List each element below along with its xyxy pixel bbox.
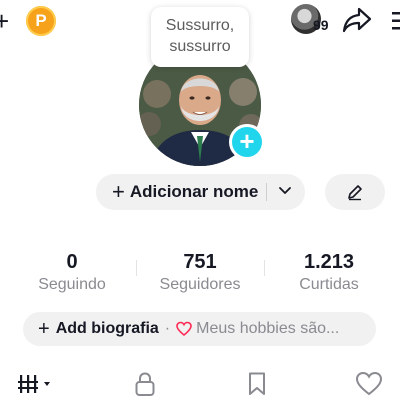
stat-label: Seguindo <box>38 276 106 293</box>
separator: · <box>164 320 171 337</box>
divider <box>266 183 267 201</box>
tab-saved[interactable] <box>242 370 272 398</box>
lock-icon <box>135 372 155 396</box>
bubble-line-2: sussurro <box>169 38 231 55</box>
divider <box>136 260 137 276</box>
heart-icon <box>176 321 192 337</box>
bookmark-icon <box>249 372 265 395</box>
videos-grid-icon <box>18 375 50 393</box>
stat-value: 751 <box>183 251 217 273</box>
tooltip-bubble: Sussurro, sussurro <box>151 7 249 67</box>
stat-followers[interactable]: 751 Seguidores <box>145 250 255 296</box>
stat-likes[interactable]: 1.213 Curtidas <box>274 250 384 296</box>
stat-value: 1.213 <box>303 251 355 273</box>
stat-value: 0 <box>66 251 78 273</box>
heart-icon <box>355 371 383 396</box>
stat-label: Seguidores <box>159 276 241 293</box>
coin-letter: P <box>35 11 47 30</box>
add-photo-button[interactable]: + <box>229 124 265 160</box>
plus-icon: + <box>112 179 125 204</box>
bubble-line-1: Sussurro, <box>165 17 235 34</box>
edit-profile-button[interactable] <box>325 174 385 210</box>
add-name-label: Adicionar nome <box>129 182 259 201</box>
add-name-button[interactable]: + Adicionar nome <box>96 174 305 210</box>
plus-icon: + <box>38 318 50 340</box>
chevron-down-icon[interactable] <box>276 182 294 200</box>
tab-videos[interactable] <box>16 370 56 398</box>
stat-following[interactable]: 0 Seguindo <box>17 250 127 296</box>
coin-icon[interactable]: P <box>26 6 56 36</box>
share-icon[interactable] <box>342 6 372 34</box>
add-bio-button[interactable]: + Add biografia · Meus hobbies são... <box>23 312 376 346</box>
pencil-icon <box>348 185 362 201</box>
add-icon[interactable]: + <box>0 8 9 34</box>
notification-count: 99 <box>313 17 329 33</box>
more-icon[interactable] <box>392 10 400 32</box>
tab-private[interactable] <box>130 370 160 398</box>
add-bio-label: Add biografia <box>55 320 159 337</box>
bio-hint: Meus hobbies são... <box>196 320 340 337</box>
stat-label: Curtidas <box>299 276 359 293</box>
divider <box>264 260 265 276</box>
tab-liked[interactable] <box>352 370 386 398</box>
